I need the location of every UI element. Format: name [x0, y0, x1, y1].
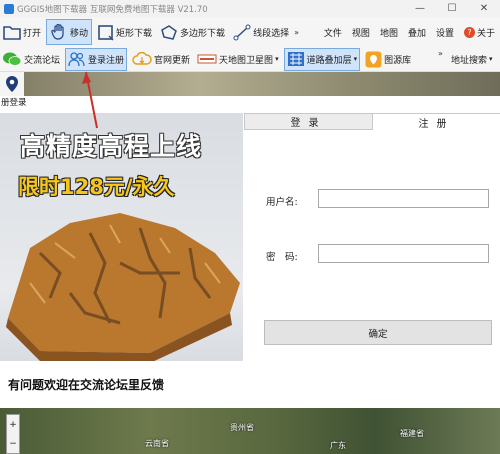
- rectangle-icon: [98, 24, 114, 40]
- map-label-fujian: 福建省: [400, 429, 424, 438]
- window-title: GGGIS地图下载器 互联网免费地图下载器 V21.70: [17, 4, 208, 15]
- tile-source-button[interactable]: 图源库: [363, 48, 413, 71]
- menu-file[interactable]: 文件: [319, 26, 347, 39]
- map-pin-icon: [6, 76, 18, 92]
- tab-login[interactable]: 登录: [244, 113, 373, 130]
- menu-settings[interactable]: 设置: [431, 26, 459, 39]
- tianditu-icon: [197, 54, 217, 64]
- zoom-out-button[interactable]: −: [9, 439, 17, 449]
- banner-promo: 限时128元/永久: [18, 175, 175, 199]
- map-view[interactable]: + − 云南省 贵州省 广东 福建省: [0, 408, 500, 454]
- login-dialog: 册登录 高精度高程上线 限时128元/永久 有问题欢迎在交流论坛里反馈 登录 注…: [0, 96, 500, 408]
- rect-download-button[interactable]: 矩形下载: [94, 19, 155, 45]
- promo-banner: 高精度高程上线 限时128元/永久 有问题欢迎在交流论坛里反馈: [0, 113, 243, 407]
- address-search-label: 地址搜索: [451, 55, 488, 66]
- address-search-dropdown[interactable]: 地址搜索 ▾: [449, 48, 495, 71]
- secondary-toolbar: 交流论坛 登录注册 官网更新 天地图卫星图 ▾ 道路叠加层 ▾ 图源库 » 地址…: [0, 47, 500, 72]
- terrain-illustration: [6, 213, 240, 363]
- map-label-yunnan: 云南省: [145, 439, 169, 448]
- rect-download-label: 矩形下载: [116, 28, 153, 39]
- close-button[interactable]: ✕: [468, 0, 500, 17]
- chevron-down-icon: ▾: [275, 55, 279, 63]
- hand-icon: [51, 23, 64, 40]
- minimize-button[interactable]: —: [404, 0, 436, 17]
- help-icon: ?: [463, 26, 475, 38]
- login-form: 用户名: 密 码: 确定: [244, 130, 500, 407]
- login-register-label: 登录注册: [88, 55, 125, 66]
- tianditu-dropdown[interactable]: 天地图卫星图 ▾: [195, 48, 281, 71]
- zoom-control: + −: [6, 414, 20, 454]
- map-label-guangdong: 广东: [330, 441, 346, 450]
- update-button[interactable]: 官网更新: [130, 48, 192, 71]
- chevron-down-icon: ▾: [489, 55, 493, 63]
- maximize-button[interactable]: ☐: [436, 0, 468, 17]
- username-input[interactable]: [318, 189, 489, 208]
- password-label: 密 码:: [266, 252, 298, 263]
- layers-icon: [287, 52, 304, 66]
- password-input[interactable]: [318, 244, 489, 263]
- confirm-button[interactable]: 确定: [264, 320, 492, 345]
- map-strip: [0, 72, 500, 96]
- menu-view[interactable]: 视图: [347, 26, 375, 39]
- tab-register[interactable]: 注册: [373, 113, 500, 130]
- chevron-down-icon: ▾: [353, 55, 358, 63]
- forum-label: 交流论坛: [24, 55, 61, 66]
- folder-icon: [3, 26, 21, 40]
- open-label: 打开: [23, 28, 42, 39]
- tianditu-label: 天地图卫星图: [219, 55, 274, 66]
- line-select-button[interactable]: 线段选择: [230, 19, 292, 45]
- menu-about[interactable]: ? 关于: [459, 26, 500, 39]
- banner-headline: 高精度高程上线: [20, 132, 203, 161]
- title-bar: GGGIS地图下载器 互联网免费地图下载器 V21.70 — ☐ ✕: [0, 0, 500, 17]
- tile-source-label: 图源库: [384, 55, 412, 66]
- zoom-in-button[interactable]: +: [9, 420, 17, 430]
- cloud-icon: [132, 51, 152, 65]
- line-icon: [233, 24, 251, 40]
- auth-tabs: 登录 注册: [244, 113, 500, 130]
- polygon-download-label: 多边形下载: [180, 28, 226, 39]
- toolbar2-overflow[interactable]: »: [438, 49, 443, 58]
- location-pin-button[interactable]: [0, 72, 24, 96]
- line-select-label: 线段选择: [253, 28, 290, 39]
- polygon-icon: [161, 24, 177, 40]
- forum-button[interactable]: 交流论坛: [0, 48, 62, 71]
- banner-footer: 有问题欢迎在交流论坛里反馈: [0, 361, 243, 407]
- menu-map[interactable]: 地图: [375, 26, 403, 39]
- login-register-button[interactable]: 登录注册: [65, 47, 128, 71]
- map-label-guizhou: 贵州省: [230, 423, 254, 432]
- move-label: 移动: [70, 28, 89, 39]
- menu-overlay[interactable]: 叠加: [403, 26, 431, 39]
- app-logo-icon: [4, 3, 14, 14]
- toolbar-overflow[interactable]: »: [294, 28, 299, 37]
- tile-source-icon: [365, 51, 382, 67]
- road-overlay-label: 道路叠加层: [306, 55, 352, 66]
- polygon-download-button[interactable]: 多边形下载: [157, 19, 228, 45]
- username-label: 用户名:: [266, 197, 298, 208]
- menu-about-label: 关于: [476, 28, 495, 39]
- dialog-title: 册登录: [1, 98, 27, 108]
- menu-bar: 文件 视图 地图 叠加 设置 ? 关于: [319, 17, 500, 47]
- update-label: 官网更新: [154, 55, 191, 66]
- road-overlay-dropdown[interactable]: 道路叠加层 ▾: [283, 47, 361, 71]
- chat-icon: [3, 52, 22, 66]
- users-icon: [68, 52, 85, 67]
- move-button[interactable]: 移动: [46, 19, 93, 45]
- open-button[interactable]: 打开: [0, 19, 44, 45]
- main-toolbar: 打开 移动 矩形下载 多边形下载 线段选择 » 文件 视图 地图 叠加 设置 ?…: [0, 17, 500, 47]
